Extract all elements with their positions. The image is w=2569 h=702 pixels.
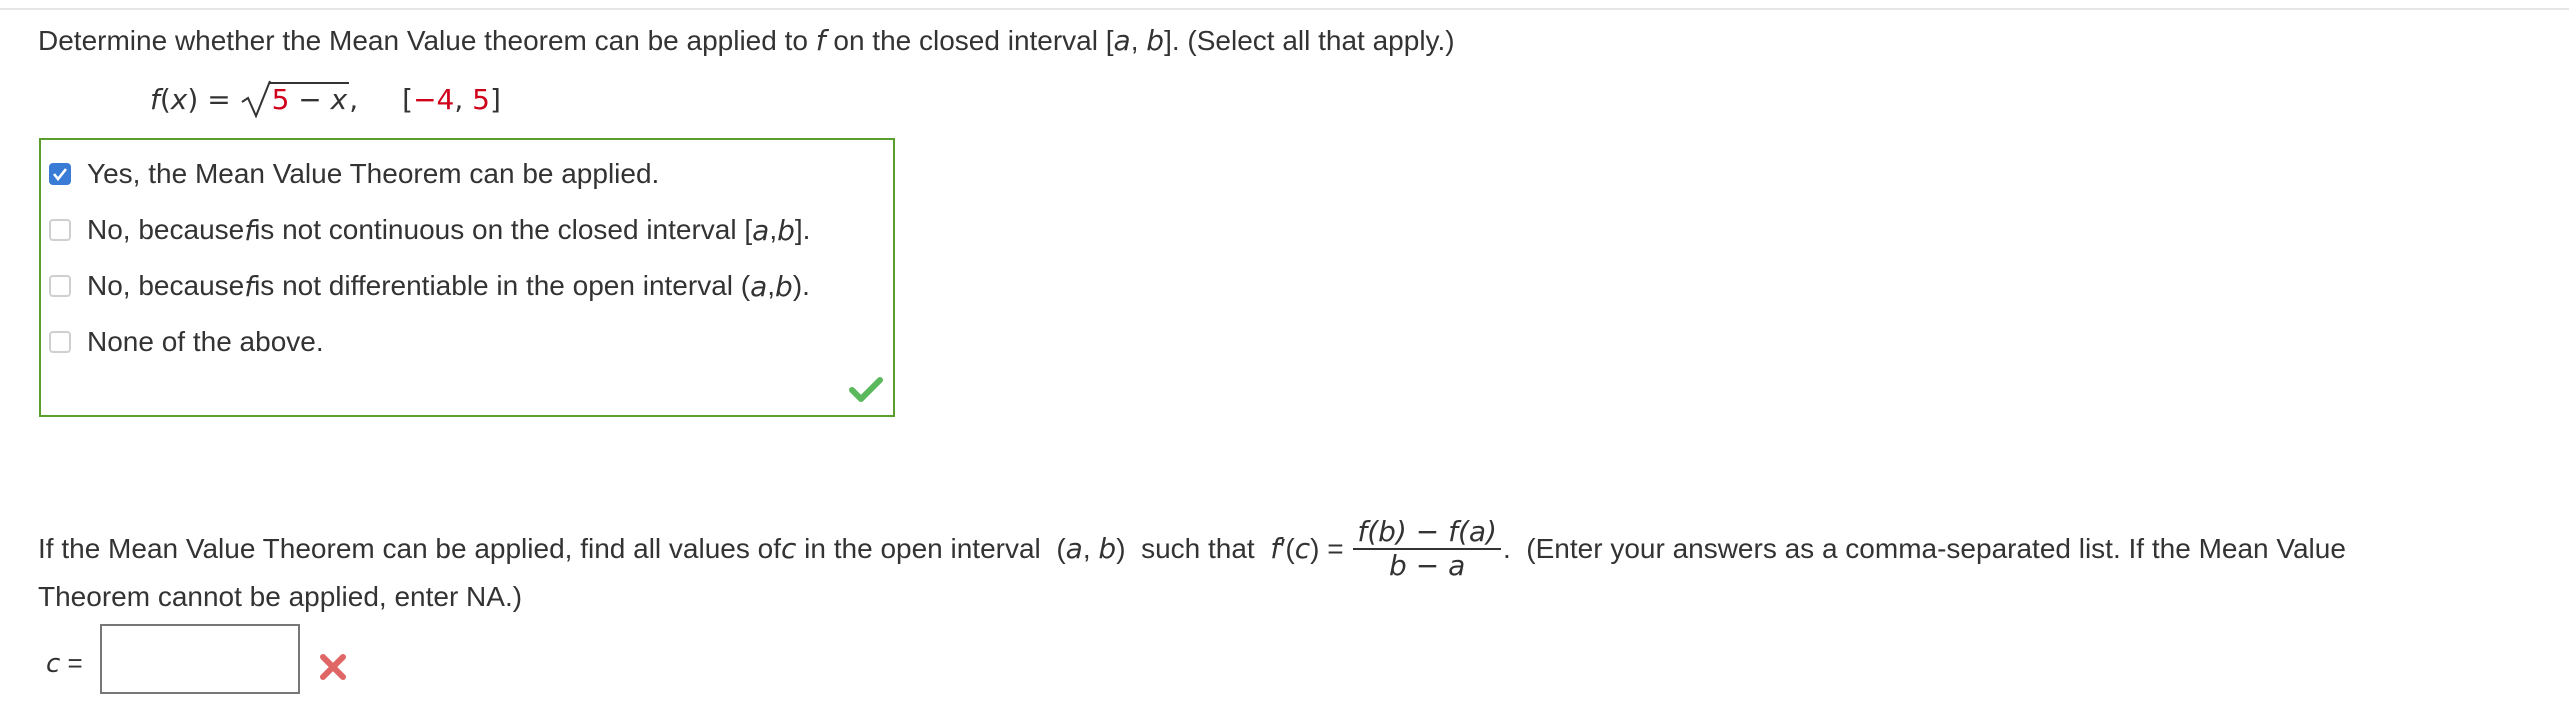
answer-options-box: Yes, the Mean Value Theorem can be appli… (39, 138, 895, 417)
option-not-continuous[interactable]: No, because f is not continuous on the c… (49, 210, 810, 250)
green-check-icon (849, 377, 883, 402)
func-equals: ) = (187, 83, 240, 116)
interval-left: −4 (413, 83, 455, 116)
question2-prompt-line1: If the Mean Value Theorem can be applied… (38, 516, 2346, 582)
deriv-c: c (1294, 532, 1311, 565)
radicand-number: 5 (271, 83, 290, 116)
prompt-b: b (1146, 24, 1165, 57)
interval-sep: , (454, 83, 473, 116)
option-b: b (777, 213, 795, 247)
checkmark-icon (52, 168, 68, 182)
mvt-fraction: f(b) − f(a) b − a (1353, 516, 1501, 582)
prompt-sep: , (1082, 533, 1099, 564)
option-b: b (775, 269, 793, 303)
option-none[interactable]: None of the above. (49, 322, 324, 362)
deriv-equals: ) = (1310, 533, 1352, 564)
option-end: ]. (794, 214, 811, 245)
prompt-text: , (1130, 25, 1147, 56)
prompt-text: ) such that (1116, 533, 1271, 564)
prompt-text: If the Mean Value Theorem can be applied… (38, 533, 781, 564)
option-f: f (244, 213, 255, 247)
prompt-c: c (780, 532, 797, 565)
option-label: Yes, the Mean Value Theorem can be appli… (87, 158, 660, 189)
question1-prompt: Determine whether the Mean Value theorem… (38, 24, 1455, 58)
radicand-minus: − (289, 83, 331, 116)
prompt-text: . (Enter your answers as a comma-separat… (1502, 533, 2346, 564)
answer-label: c = (46, 648, 83, 679)
option-sep: , (767, 270, 776, 301)
label-eq: = (60, 648, 83, 678)
prompt-text: Determine whether the Mean Value theorem… (38, 25, 816, 56)
option-end: ). (792, 270, 810, 301)
checkbox-unchecked[interactable] (49, 331, 71, 353)
checkbox-checked[interactable] (49, 163, 71, 185)
checkbox-unchecked[interactable] (49, 275, 71, 297)
option-label: None of the above. (87, 326, 324, 357)
interval-close: ] (490, 83, 501, 116)
prompt-a: a (1065, 532, 1083, 565)
deriv-prime: ′( (1280, 533, 1295, 564)
radicand-var: x (330, 83, 348, 116)
option-f: f (244, 269, 255, 303)
function-definition: f(x) = 5 − x, [−4, 5] (150, 80, 501, 119)
prompt-a: a (1113, 24, 1131, 57)
answer-input[interactable] (100, 624, 300, 694)
option-a: a (752, 213, 770, 247)
fraction-numerator: f(b) − f(a) (1353, 516, 1501, 550)
prompt-text: in the open interval ( (796, 533, 1066, 564)
prompt-b: b (1098, 532, 1117, 565)
fraction-denominator: b − a (1389, 549, 1466, 582)
func-name: f (150, 83, 160, 116)
square-root: 5 − x (240, 80, 350, 119)
interval-right: 5 (472, 83, 490, 116)
option-label: is not differentiable in the open interv… (254, 270, 751, 301)
option-not-differentiable[interactable]: No, because f is not differentiable in t… (49, 266, 810, 306)
question2-prompt-line2: Theorem cannot be applied, enter NA.) (38, 581, 523, 612)
option-a: a (750, 269, 768, 303)
option-label: No, because (87, 214, 245, 245)
option-label: is not continuous on the closed interval… (254, 214, 753, 245)
option-sep: , (769, 214, 778, 245)
radicand: 5 − x (269, 82, 350, 116)
checkbox-unchecked[interactable] (49, 219, 71, 241)
deriv-f: f (1270, 532, 1281, 565)
func-comma: , (349, 83, 359, 116)
radical-sign-icon (241, 80, 271, 119)
option-yes[interactable]: Yes, the Mean Value Theorem can be appli… (49, 154, 659, 194)
top-divider (0, 8, 2569, 10)
option-label: No, because (87, 270, 245, 301)
func-var: x (170, 83, 188, 116)
red-x-icon (320, 654, 346, 680)
prompt-text: on the closed interval [ (825, 25, 1114, 56)
prompt-text: ]. (Select all that apply.) (1164, 25, 1455, 56)
prompt-f: f (815, 24, 826, 57)
interval-open: [ (402, 83, 414, 116)
label-c: c (46, 649, 61, 679)
